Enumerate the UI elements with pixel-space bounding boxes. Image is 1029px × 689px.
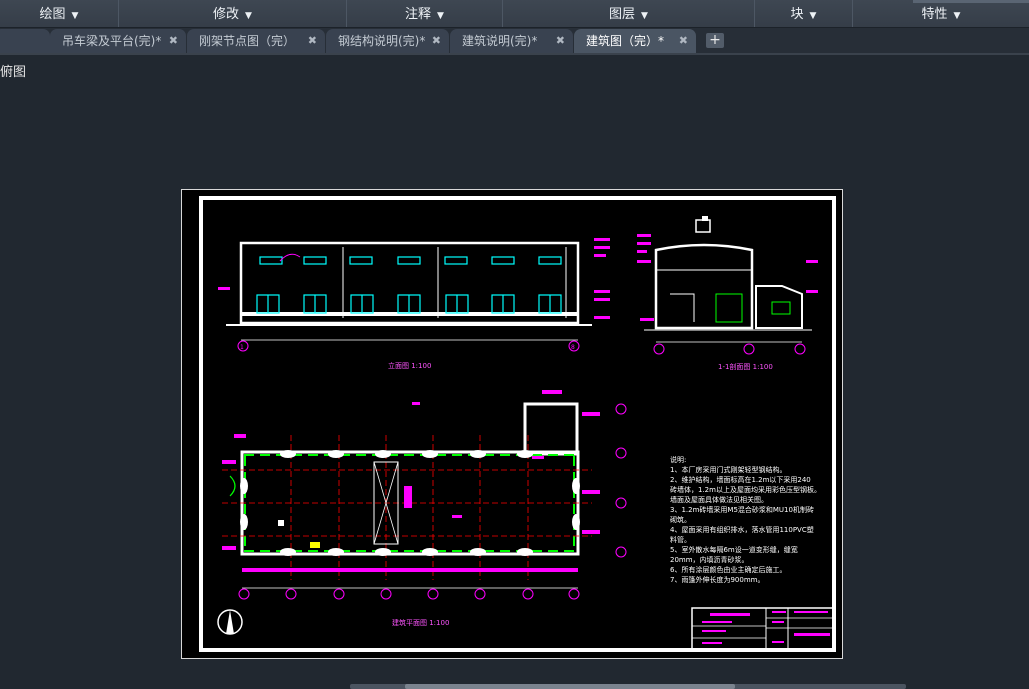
note-line: 5、室外散水每隔6m设一道变形缝，缝宽	[670, 545, 798, 554]
tab-overflow[interactable]	[0, 29, 50, 53]
panel-block[interactable]: 块 ▼	[755, 0, 853, 27]
tab-steel-notes[interactable]: 钢结构说明(完)* ✖	[326, 29, 449, 53]
tab-label: 钢结构说明(完)*	[338, 34, 426, 48]
tab-crane-beam[interactable]: 吊车梁及平台(完)* ✖	[50, 29, 186, 53]
tab-label: 建筑说明(完)*	[462, 34, 538, 48]
note-line: 4、屋面采用有组织排水，落水管用110PVC塑	[670, 525, 814, 534]
tab-arch-notes[interactable]: 建筑说明(完)* ✖	[450, 29, 573, 53]
close-icon[interactable]: ✖	[556, 29, 565, 53]
panel-draw[interactable]: 绘图 ▼	[0, 0, 119, 27]
note-line: 6、所有涂层颜色由业主确定后施工。	[670, 565, 786, 574]
note-line: 3、1.2m砖墙采用M5混合砂浆和MU10机制砖	[670, 505, 814, 514]
note-line: 7、雨篷外伸长度为900mm。	[670, 575, 764, 584]
close-icon[interactable]: ✖	[308, 29, 317, 53]
north-arrow-icon	[217, 609, 243, 635]
grid-bubble-label: 8	[571, 344, 575, 351]
notes-heading: 说明:	[670, 455, 686, 464]
panel-properties[interactable]: 特性 ▼	[853, 0, 1029, 27]
panel-properties-label: 特性	[921, 7, 948, 22]
plan-view: 建筑平面图 1:100	[222, 390, 627, 627]
close-icon[interactable]: ✖	[679, 29, 688, 53]
panel-block-label: 块	[790, 7, 804, 22]
grid-bubble-label: 1	[240, 344, 244, 351]
chevron-down-icon: ▼	[641, 11, 648, 21]
close-icon[interactable]: ✖	[432, 29, 441, 53]
panel-modify-label: 修改	[213, 7, 240, 22]
tab-label: 吊车梁及平台(完)*	[62, 34, 162, 48]
horizontal-scrollbar[interactable]	[350, 684, 906, 689]
panel-layers[interactable]: 图层 ▼	[503, 0, 755, 27]
tab-frame-joints[interactable]: 刚架节点图（完） ✖	[187, 29, 325, 53]
ribbon-panel-bar: 绘图 ▼ 修改 ▼ 注释 ▼ 图层 ▼ 块 ▼ 特性 ▼	[0, 0, 1029, 28]
section-view: 1-1剖面图 1:100	[637, 216, 818, 371]
chevron-down-icon: ▼	[437, 11, 444, 21]
scrollbar-thumb[interactable]	[405, 684, 735, 689]
close-icon[interactable]: ✖	[169, 29, 178, 53]
new-tab-button[interactable]: +	[706, 33, 724, 48]
elevation-view: 1 8 立面图 1:100	[218, 238, 610, 370]
section-title: 1-1剖面图 1:100	[718, 362, 773, 371]
drawing-sheet[interactable]: 1 8 立面图 1:100 1-1剖面图 1:100 建筑平面图 1:100 说…	[181, 189, 843, 659]
note-line: 墙面及屋面具体做法见相关图。	[670, 495, 768, 504]
chevron-down-icon: ▼	[71, 11, 79, 21]
note-line: 砌筑。	[670, 515, 691, 524]
panel-layers-label: 图层	[609, 7, 636, 22]
plan-title: 建筑平面图 1:100	[392, 618, 449, 627]
chevron-down-icon: ▼	[809, 11, 817, 21]
note-line: 砖墙体，1.2m以上及屋面均采用彩色压型钢板。	[670, 485, 821, 494]
panel-annotation[interactable]: 注释 ▼	[347, 0, 503, 27]
cad-drawing: 1 8 立面图 1:100 1-1剖面图 1:100 建筑平面图 1:100 说…	[199, 196, 836, 652]
chevron-down-icon: ▼	[245, 11, 252, 21]
note-line: 1、本厂房采用门式刚架轻型钢结构。	[670, 465, 786, 474]
note-line: 料管。	[670, 535, 691, 544]
tab-label: 刚架节点图（完）	[199, 34, 296, 48]
tab-label: 建筑图（完）*	[586, 34, 665, 48]
note-line: 20mm，内填沥青砂浆。	[670, 555, 749, 564]
panel-draw-label: 绘图	[39, 7, 66, 22]
note-line: 2、维护结构，墙面标高在1.2m以下采用240	[670, 475, 811, 484]
chevron-down-icon: ▼	[953, 11, 961, 21]
document-tab-bar: 吊车梁及平台(完)* ✖ 刚架节点图（完） ✖ 钢结构说明(完)* ✖ 建筑说明(完)…	[0, 28, 1029, 55]
elevation-title: 立面图 1:100	[388, 361, 431, 370]
panel-modify[interactable]: 修改 ▼	[119, 0, 347, 27]
panel-annotation-label: 注释	[405, 7, 432, 22]
viewport-label[interactable]: 俯图	[0, 61, 26, 80]
title-block	[691, 607, 835, 651]
design-notes: 说明: 1、本厂房采用门式刚架轻型钢结构。 2、维护结构，墙面标高在1.2m以下…	[670, 455, 821, 584]
tab-arch-drawing[interactable]: 建筑图（完）* ✖	[574, 29, 696, 53]
